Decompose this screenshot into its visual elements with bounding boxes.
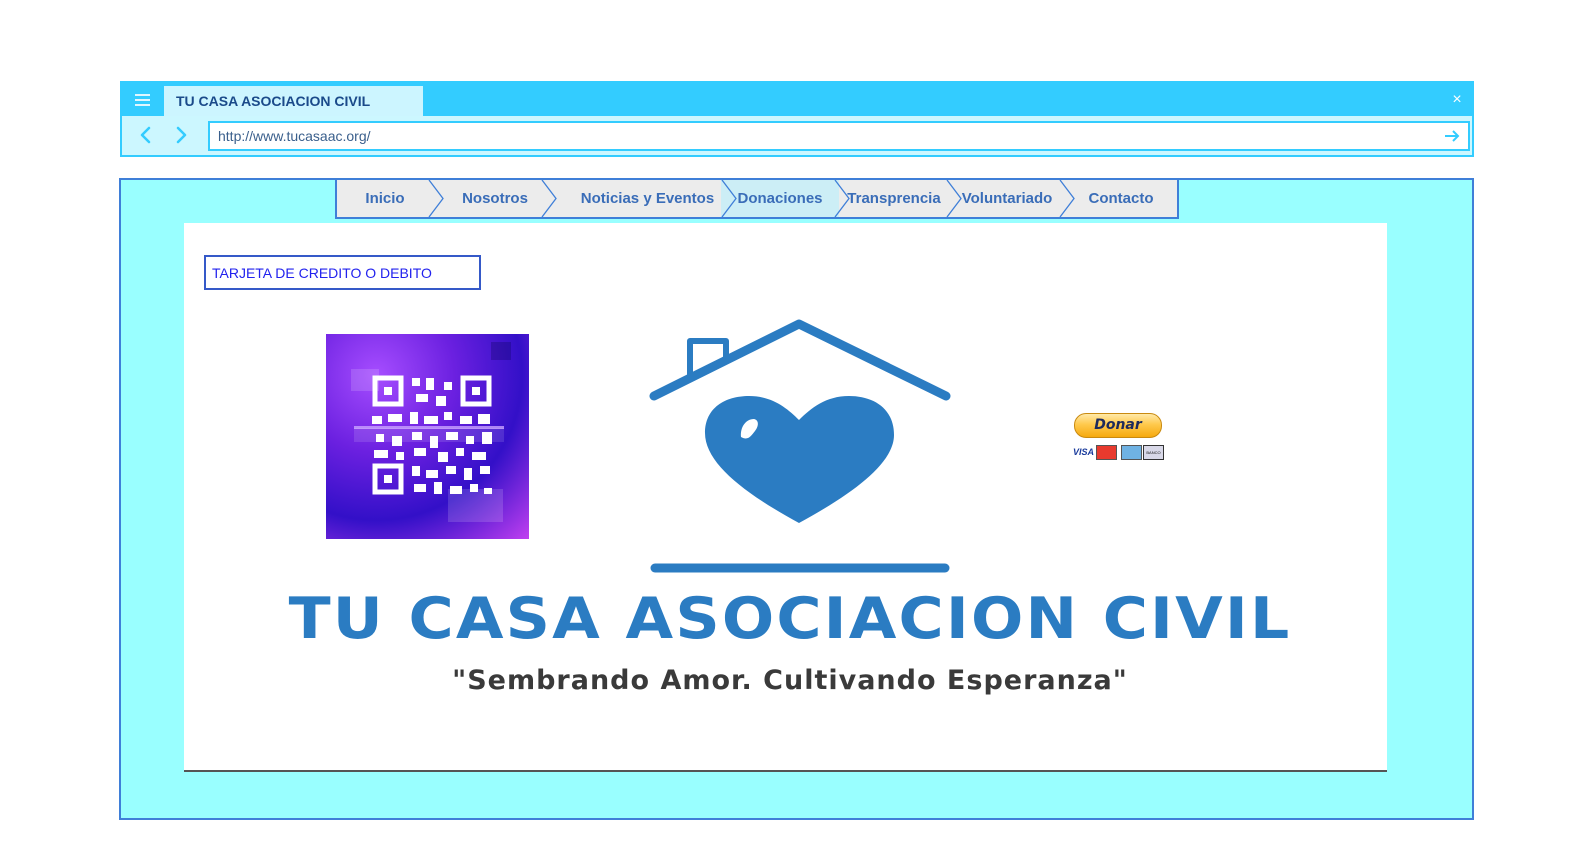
payment-cards: VISA BANCO bbox=[1073, 445, 1165, 460]
address-row bbox=[122, 116, 1472, 155]
amex-card-icon bbox=[1121, 445, 1142, 460]
nav-separator bbox=[1059, 180, 1075, 217]
url-input[interactable] bbox=[218, 123, 1418, 149]
logo-title: TU CASA ASOCIACION CIVIL bbox=[288, 586, 1292, 652]
bank-card-icon: BANCO bbox=[1143, 445, 1164, 460]
nav-item-inicio[interactable]: Inicio bbox=[337, 180, 433, 217]
nav-item-noticias[interactable]: Noticias y Eventos bbox=[557, 180, 738, 217]
back-arrow-icon[interactable] bbox=[136, 124, 156, 146]
nav-separator bbox=[946, 180, 962, 217]
close-icon[interactable]: × bbox=[1449, 89, 1465, 111]
nav-separator bbox=[541, 180, 557, 217]
donate-widget: Donar VISA BANCO bbox=[1073, 413, 1165, 463]
nav-item-contacto[interactable]: Contacto bbox=[1063, 180, 1179, 217]
logo-slogan: "Sembrando Amor. Cultivando Esperanza" bbox=[452, 665, 1128, 696]
nav-separator bbox=[721, 180, 737, 217]
nav-separator bbox=[834, 180, 850, 217]
nav-item-nosotros[interactable]: Nosotros bbox=[433, 180, 557, 217]
site-navigation: Inicio Nosotros Noticias y Eventos Donac… bbox=[335, 180, 1179, 219]
nav-item-voluntariado[interactable]: Voluntariado bbox=[951, 180, 1063, 217]
nav-item-transparencia[interactable]: Transprencia bbox=[837, 180, 951, 217]
browser-window: TU CASA ASOCIACION CIVIL × bbox=[120, 81, 1474, 157]
nav-item-donaciones[interactable]: Donaciones bbox=[721, 180, 839, 217]
mastercard-icon bbox=[1096, 445, 1117, 460]
content-panel: TU CASA ASOCIACION CIVIL "Sembrando Amor… bbox=[184, 223, 1387, 772]
address-bar bbox=[208, 121, 1470, 151]
nav-separator bbox=[428, 180, 444, 217]
qr-code-icon[interactable] bbox=[326, 334, 529, 539]
menu-icon[interactable] bbox=[129, 88, 155, 112]
visa-card-icon: VISA bbox=[1073, 447, 1095, 457]
browser-tab[interactable]: TU CASA ASOCIACION CIVIL bbox=[164, 86, 423, 116]
go-arrow-icon[interactable] bbox=[1442, 126, 1462, 146]
credit-debit-card-link[interactable]: TARJETA DE CREDITO O DEBITO bbox=[204, 255, 481, 290]
donate-button[interactable]: Donar bbox=[1074, 413, 1162, 438]
forward-arrow-icon[interactable] bbox=[171, 124, 191, 146]
page-body: Inicio Nosotros Noticias y Eventos Donac… bbox=[119, 178, 1474, 820]
